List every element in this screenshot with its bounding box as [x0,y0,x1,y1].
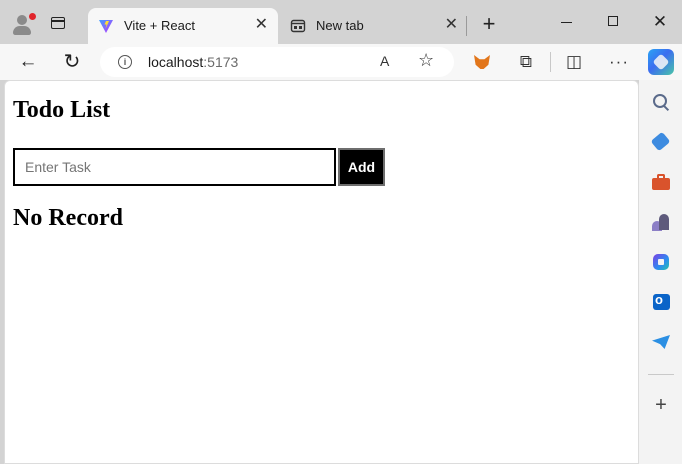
metamask-extension-icon[interactable] [470,50,494,74]
search-icon[interactable] [652,93,670,111]
microsoft-365-icon[interactable] [652,253,670,271]
tools-icon[interactable] [652,174,670,192]
toolbar-divider [550,52,551,72]
extensions-icon[interactable]: ⧉ [514,50,538,74]
new-tab-button[interactable]: + [478,11,500,37]
favorite-star-icon[interactable]: ☆ [418,50,434,71]
sidebar-divider [648,374,674,375]
url-port: :5173 [203,54,239,70]
new-tab-page-icon [290,19,306,33]
edge-sidebar: + [639,80,682,464]
split-screen-icon[interactable]: ◫ [562,50,586,74]
copilot-icon[interactable] [648,49,674,75]
more-options-icon[interactable]: ··· [607,50,631,74]
refresh-button[interactable]: ↻ [60,50,84,74]
vite-logo-icon [99,20,113,33]
profile-avatar-icon[interactable] [10,12,37,36]
drop-icon[interactable] [652,333,670,351]
url-text[interactable]: localhost:5173 [148,54,238,70]
tab-title: Vite + React [124,18,195,33]
add-sidebar-app-button[interactable]: + [652,395,670,415]
read-aloud-icon[interactable]: A [380,53,389,69]
url-host: localhost [148,54,204,70]
close-window-button[interactable]: ✕ [648,10,672,34]
page-content: Todo List Add No Record [4,80,639,464]
browser-toolbar: ← ↻ i localhost:5173 A ☆ ⧉ ◫ ··· [0,44,682,80]
empty-state-message: No Record [13,205,123,231]
page-title: Todo List [13,97,111,123]
task-input[interactable] [13,148,336,186]
shopping-tag-icon[interactable] [650,131,671,152]
tab-actions-icon[interactable] [51,17,65,29]
tab-new-tab[interactable]: New tab ✕ [280,8,466,44]
games-icon[interactable] [652,213,670,231]
minimize-button[interactable] [555,10,579,34]
notification-dot [28,12,37,21]
tab-title: New tab [316,18,364,33]
tab-vite-react[interactable]: Vite + React ✕ [88,8,278,44]
tab-divider [466,16,467,36]
maximize-button[interactable] [601,10,625,34]
outlook-icon[interactable] [652,292,670,311]
back-button[interactable]: ← [16,50,40,74]
close-tab-icon[interactable]: ✕ [255,17,268,33]
site-info-icon[interactable]: i [118,55,132,69]
close-tab-icon[interactable]: ✕ [445,17,458,33]
address-bar[interactable]: i localhost:5173 A ☆ [100,47,454,77]
add-task-button[interactable]: Add [338,148,385,186]
tab-strip: Vite + React ✕ New tab ✕ + ✕ [0,0,682,44]
